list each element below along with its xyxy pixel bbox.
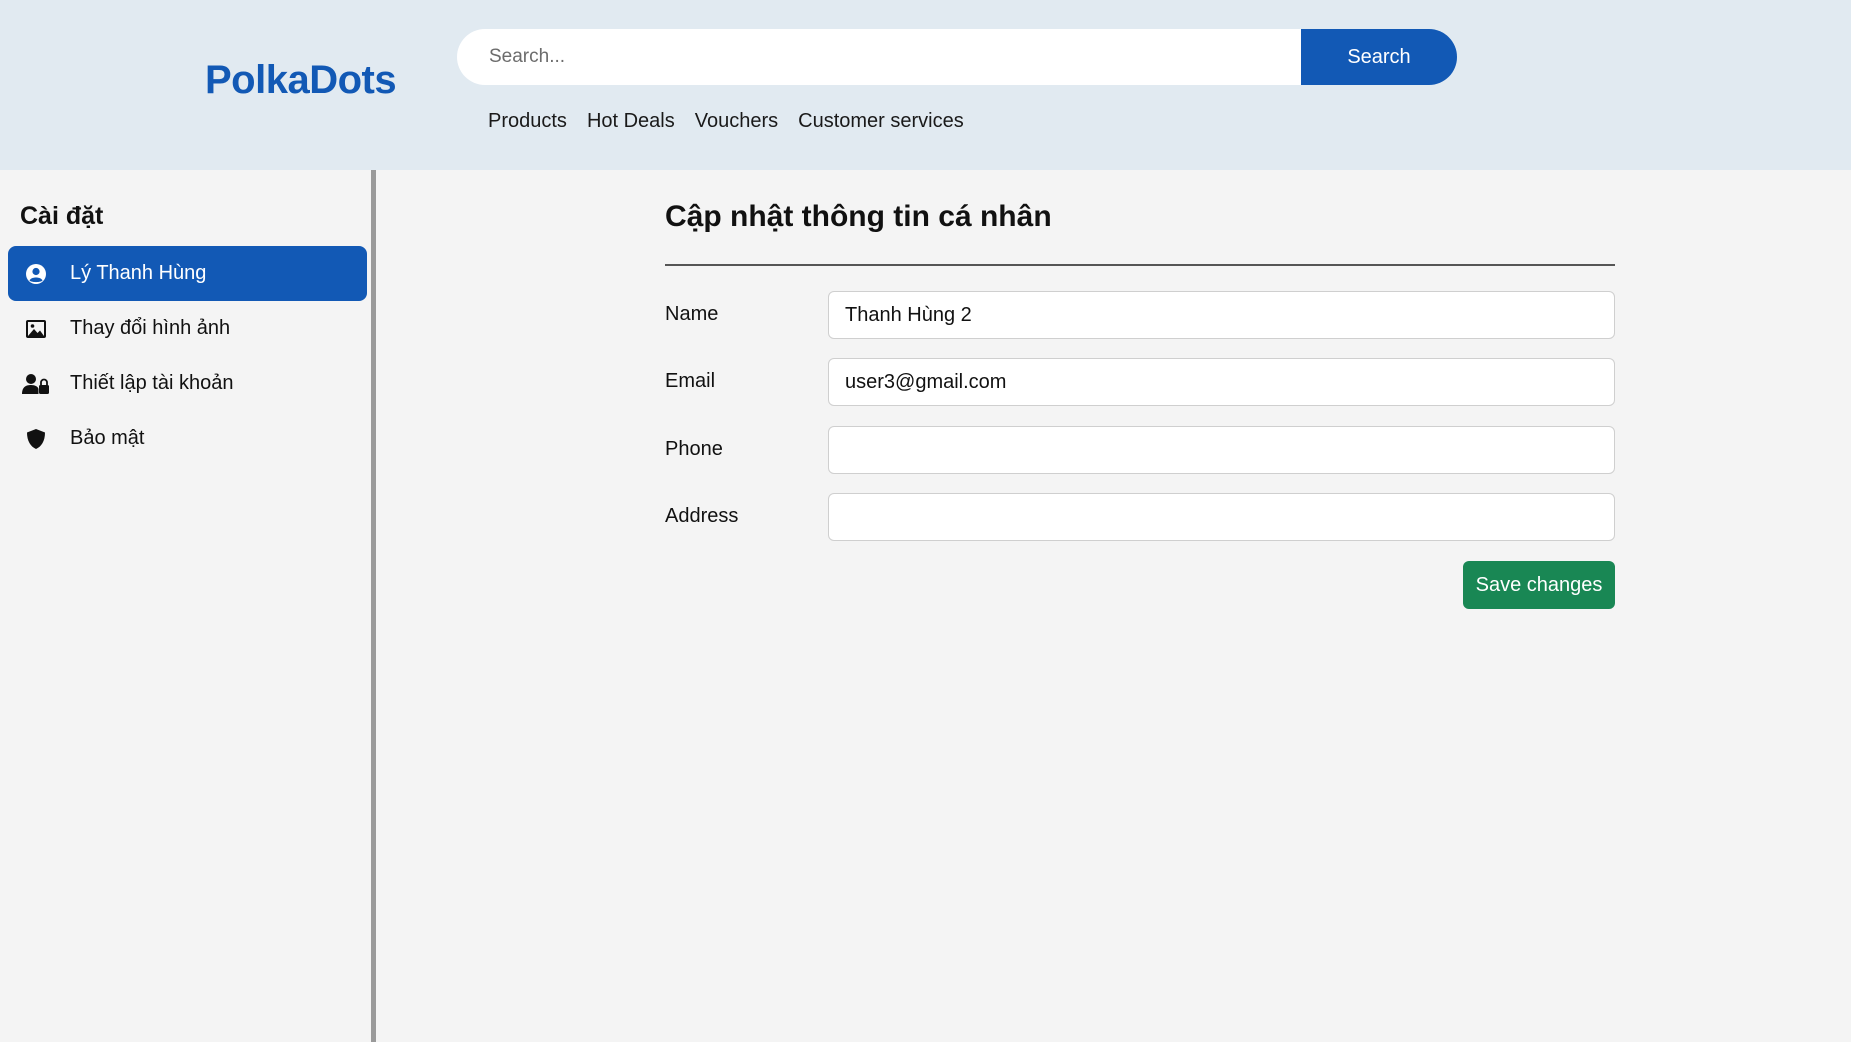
nav-vouchers[interactable]: Vouchers [695, 110, 778, 133]
sidebar-item-security[interactable]: Bảo mật [8, 411, 367, 466]
phone-label: Phone [665, 438, 723, 460]
sidebar-item-profile[interactable]: Lý Thanh Hùng [8, 246, 367, 301]
site-logo[interactable]: PolkaDots [205, 58, 397, 103]
nav-products[interactable]: Products [488, 110, 567, 133]
sidebar-item-account-settings[interactable]: Thiết lập tài khoản [8, 356, 367, 411]
sidebar-item-label: Thay đổi hình ảnh [70, 317, 231, 339]
search-bar: Search [457, 29, 1457, 85]
save-changes-button[interactable]: Save changes [1463, 561, 1615, 609]
search-input[interactable] [457, 29, 1301, 85]
main-nav: Products Hot Deals Vouchers Customer ser… [488, 110, 964, 133]
user-circle-icon [22, 262, 50, 286]
image-icon [22, 317, 50, 341]
sidebar-item-label: Lý Thanh Hùng [70, 262, 207, 284]
sidebar-item-label: Thiết lập tài khoản [70, 372, 234, 394]
form-row-email: Email [665, 358, 1615, 406]
email-field[interactable] [828, 358, 1615, 406]
phone-field[interactable] [828, 426, 1615, 474]
title-divider [665, 264, 1615, 266]
nav-customer-services[interactable]: Customer services [798, 110, 964, 133]
page-title: Cập nhật thông tin cá nhân [665, 200, 1052, 233]
form-row-address: Address [665, 493, 1615, 541]
nav-hot-deals[interactable]: Hot Deals [587, 110, 675, 133]
address-label: Address [665, 505, 739, 527]
shield-icon [22, 427, 50, 451]
sidebar-menu: Lý Thanh Hùng Thay đổi hình ảnh Thiết lậ… [8, 246, 367, 466]
address-field[interactable] [828, 493, 1615, 541]
email-label: Email [665, 370, 716, 392]
name-label: Name [665, 303, 719, 325]
sidebar-item-change-image[interactable]: Thay đổi hình ảnh [8, 301, 367, 356]
user-lock-icon [22, 372, 50, 396]
form-row-name: Name [665, 291, 1615, 339]
settings-sidebar: Cài đặt Lý Thanh Hùng Thay đổi hình ảnh … [0, 170, 376, 1042]
site-header: PolkaDots Search Products Hot Deals Vouc… [0, 0, 1851, 170]
sidebar-title: Cài đặt [20, 202, 104, 230]
search-button[interactable]: Search [1301, 29, 1457, 85]
form-row-phone: Phone [665, 426, 1615, 474]
name-field[interactable] [828, 291, 1615, 339]
sidebar-item-label: Bảo mật [70, 427, 145, 449]
